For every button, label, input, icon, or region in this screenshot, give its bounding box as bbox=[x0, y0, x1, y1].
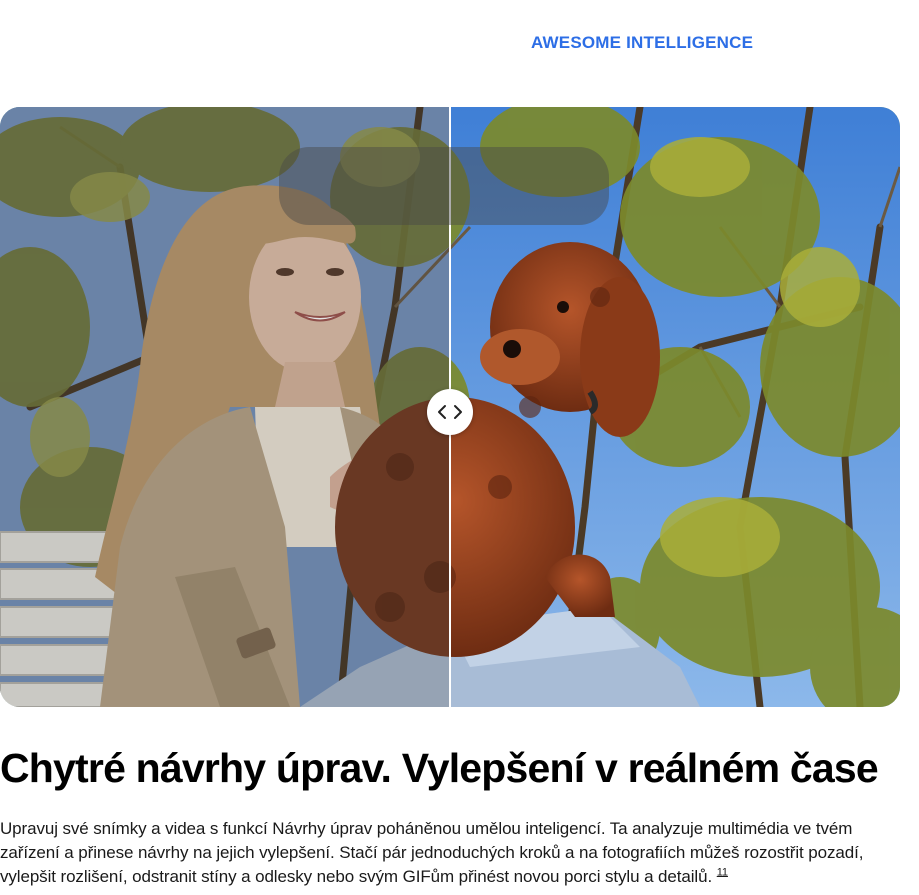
footnote-marker: 11 bbox=[717, 866, 728, 878]
before-after-comparison[interactable] bbox=[0, 107, 900, 707]
after-label: After bbox=[479, 60, 553, 95]
comparison-handle[interactable] bbox=[427, 389, 473, 435]
section-headline: Chytré návrhy úprav. Vylepšení v reálném… bbox=[0, 745, 879, 791]
section-description: Upravuj své snímky a videa s funkcí Návr… bbox=[0, 817, 905, 889]
section-eyebrow: AWESOME INTELLIGENCE bbox=[531, 33, 754, 52]
section-eyebrow-row: AWESOME INTELLIGENCE bbox=[0, 33, 919, 53]
before-label: Before bbox=[321, 60, 421, 95]
chevron-left-right-icon bbox=[438, 405, 462, 419]
label-background bbox=[279, 147, 609, 225]
footnote-link[interactable]: 11 bbox=[717, 866, 728, 878]
description-text: Upravuj své snímky a videa s funkcí Návr… bbox=[0, 819, 864, 886]
